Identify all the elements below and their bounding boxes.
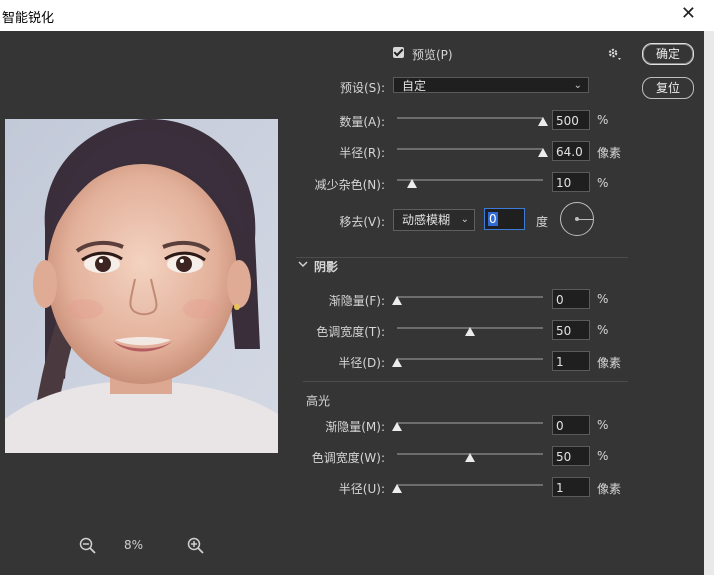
shadow-title[interactable]: 阴影 [314,258,338,275]
zoom-level: 8% [124,538,144,552]
shadow-fade-label: 渐隐量(F): [328,294,385,308]
noise-input[interactable]: 10 [552,172,590,192]
highlight-tonal-slider[interactable] [397,449,543,462]
chevron-down-icon[interactable] [298,260,308,268]
amount-label: 数量(A): [339,115,385,129]
remove-label: 移去(V): [339,215,385,229]
shadow-fade-unit: % [597,292,609,306]
divider [296,257,628,258]
title-bar: 智能锐化 ✕ [0,0,714,31]
gear-icon[interactable] [606,47,622,61]
shadow-fade-input[interactable]: 0 [552,289,590,309]
slider-thumb[interactable] [465,453,475,462]
shadow-tonal-label: 色调宽度(T): [316,325,385,339]
highlight-tonal-label: 色调宽度(W): [311,451,385,465]
shadow-tonal-unit: % [597,323,609,337]
highlight-radius-input[interactable]: 1 [552,477,590,497]
radius-input[interactable]: 64.0 [552,141,590,161]
preview-label[interactable]: 预览(P) [412,46,453,63]
slider-thumb[interactable] [392,358,402,367]
remove-select[interactable]: 动感模糊 ⌄ [393,209,475,231]
shadow-radius-slider[interactable] [392,354,543,367]
noise-label: 减少杂色(N): [314,178,385,192]
slider-thumb[interactable] [392,296,402,305]
highlight-fade-slider[interactable] [392,418,543,431]
noise-slider[interactable] [397,175,543,188]
angle-value: 0 [488,212,498,226]
highlight-fade-input[interactable]: 0 [552,415,590,435]
chevron-down-icon: ⌄ [460,214,469,225]
zoom-in-icon[interactable] [186,536,206,556]
preview-image[interactable] [5,119,278,453]
remove-value: 动感模糊 [402,213,451,227]
shadow-tonal-input[interactable]: 50 [552,320,590,340]
amount-unit: % [597,113,609,127]
highlight-fade-label: 渐隐量(M): [325,420,385,434]
window-edge [704,31,714,575]
angle-input[interactable]: 0 [484,208,525,230]
preset-value: 自定 [402,79,427,93]
slider-thumb[interactable] [392,422,402,431]
highlight-radius-unit: 像素 [597,482,622,496]
highlight-title[interactable]: 高光 [306,392,330,409]
highlight-fade-unit: % [597,418,609,432]
amount-slider[interactable] [397,113,548,126]
divider [303,381,628,382]
zoom-out-icon[interactable] [78,536,98,556]
highlight-tonal-input[interactable]: 50 [552,446,590,466]
window-title: 智能锐化 [2,11,55,26]
slider-thumb[interactable] [465,327,475,336]
reset-button[interactable]: 复位 [642,77,694,99]
girl-portrait-image [5,119,278,453]
preset-label: 预设(S): [339,81,385,95]
shadow-radius-input[interactable]: 1 [552,351,590,371]
radius-unit: 像素 [597,146,622,160]
angle-dial[interactable] [560,202,594,236]
highlight-tonal-unit: % [597,449,609,463]
shadow-radius-label: 半径(D): [338,356,385,370]
close-icon[interactable]: ✕ [681,4,696,24]
slider-thumb[interactable] [538,117,548,126]
ok-button[interactable]: 确定 [642,43,694,65]
preview-checkbox[interactable] [393,47,404,58]
preset-select[interactable]: 自定 ⌄ [393,77,589,93]
slider-thumb[interactable] [406,179,417,188]
shadow-tonal-slider[interactable] [397,323,543,336]
highlight-radius-slider[interactable] [392,480,543,493]
shadow-fade-slider[interactable] [392,292,543,305]
highlight-radius-label: 半径(U): [338,482,385,496]
radius-slider[interactable] [397,144,548,157]
chevron-down-icon: ⌄ [573,80,582,91]
angle-unit: 度 [536,215,549,229]
amount-input[interactable]: 500 [552,110,590,130]
shadow-radius-unit: 像素 [597,356,622,370]
slider-thumb[interactable] [392,484,402,493]
slider-thumb[interactable] [538,148,548,157]
noise-unit: % [597,176,609,190]
radius-label: 半径(R): [339,146,385,160]
